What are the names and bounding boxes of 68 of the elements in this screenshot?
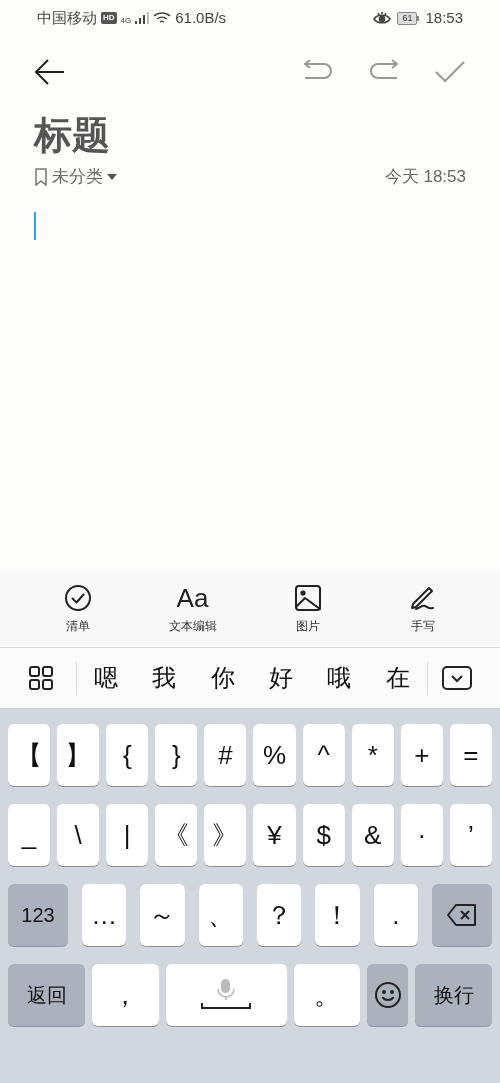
keyboard-key[interactable]: 返回	[8, 964, 85, 1027]
keyboard-key[interactable]: 】	[57, 724, 100, 787]
keyboard-key[interactable]: ～	[140, 884, 185, 947]
keyboard-key[interactable]: #	[204, 724, 247, 787]
emoji-key[interactable]	[367, 964, 408, 1027]
keyboard-key[interactable]: 《	[155, 804, 198, 867]
keyboard-key[interactable]: 换行	[415, 964, 492, 1027]
chevron-down-box-icon	[442, 666, 472, 691]
keyboard-key[interactable]: *	[351, 724, 394, 787]
signal-icon	[135, 12, 150, 24]
back-arrow-icon	[34, 58, 66, 86]
keyboard-key[interactable]: ，	[92, 964, 159, 1027]
candidate-word[interactable]: 嗯	[94, 660, 119, 697]
network-type: 4G	[120, 14, 132, 27]
network-speed: 61.0B/s	[175, 7, 227, 28]
keyboard-key[interactable]: &	[351, 804, 394, 867]
wifi-icon	[153, 11, 172, 25]
battery-indicator: 61	[397, 11, 420, 25]
note-date: 今天 18:53	[384, 166, 466, 188]
hd-badge: HD	[101, 12, 117, 24]
keyboard-key[interactable]: 【	[8, 724, 51, 787]
keyboard-key[interactable]: _	[8, 804, 51, 867]
space-key[interactable]	[165, 964, 287, 1027]
keyboard-key[interactable]: }	[155, 724, 198, 787]
candidate-word[interactable]: 好	[269, 660, 294, 697]
clock-time: 18:53	[425, 7, 463, 28]
toolbar-button[interactable]: 图片	[262, 582, 353, 635]
backspace-icon	[445, 903, 478, 928]
keyboard-key[interactable]: …	[82, 884, 127, 947]
bookmark-icon	[34, 167, 48, 186]
keyboard-key[interactable]: {	[106, 724, 149, 787]
keyboard-key[interactable]: =	[449, 724, 492, 787]
dropdown-caret-icon	[107, 172, 117, 181]
keyboard-key[interactable]: 》	[204, 804, 247, 867]
keyboard-key[interactable]: ’	[449, 804, 492, 867]
candidate-word[interactable]: 你	[210, 660, 235, 697]
keyboard-key[interactable]: ！	[315, 884, 360, 947]
toolbar-button[interactable]: 手写	[377, 582, 468, 635]
apps-button[interactable]	[28, 665, 54, 692]
carrier-name: 中国移动	[37, 7, 97, 28]
keyboard-key[interactable]: ？	[257, 884, 302, 947]
toolbar-button[interactable]: Aa 文本编辑	[147, 582, 238, 635]
keyboard-key[interactable]: 123	[8, 884, 68, 947]
keyboard-key[interactable]: ^	[302, 724, 345, 787]
candidate-word[interactable]: 在	[385, 660, 410, 697]
image-icon	[292, 582, 323, 613]
category-dropdown[interactable]: 未分类	[34, 164, 117, 190]
eye-icon	[373, 11, 392, 25]
check-circle-icon	[62, 582, 93, 613]
note-title[interactable]: 标题	[34, 108, 466, 162]
back-button[interactable]	[34, 58, 66, 86]
hide-keyboard-button[interactable]	[442, 666, 472, 691]
keyboard-key[interactable]: ·	[400, 804, 443, 867]
keyboard-key[interactable]: +	[400, 724, 443, 787]
candidate-word[interactable]: 哦	[327, 660, 352, 697]
grid-icon	[28, 665, 54, 692]
keyboard-key[interactable]: ¥	[253, 804, 296, 867]
keyboard-key[interactable]: %	[253, 724, 296, 787]
backspace-key[interactable]	[431, 884, 492, 947]
keyboard-key[interactable]: \	[57, 804, 100, 867]
keyboard-key[interactable]: 。	[293, 964, 360, 1027]
keyboard-key[interactable]: |	[106, 804, 149, 867]
keyboard-key[interactable]: $	[302, 804, 345, 867]
candidate-word[interactable]: 我	[152, 660, 177, 697]
keyboard-key[interactable]: 、	[198, 884, 243, 947]
keyboard-key[interactable]: .	[373, 884, 418, 947]
toolbar-button[interactable]: 清单	[32, 582, 123, 635]
smiley-icon	[373, 981, 402, 1010]
